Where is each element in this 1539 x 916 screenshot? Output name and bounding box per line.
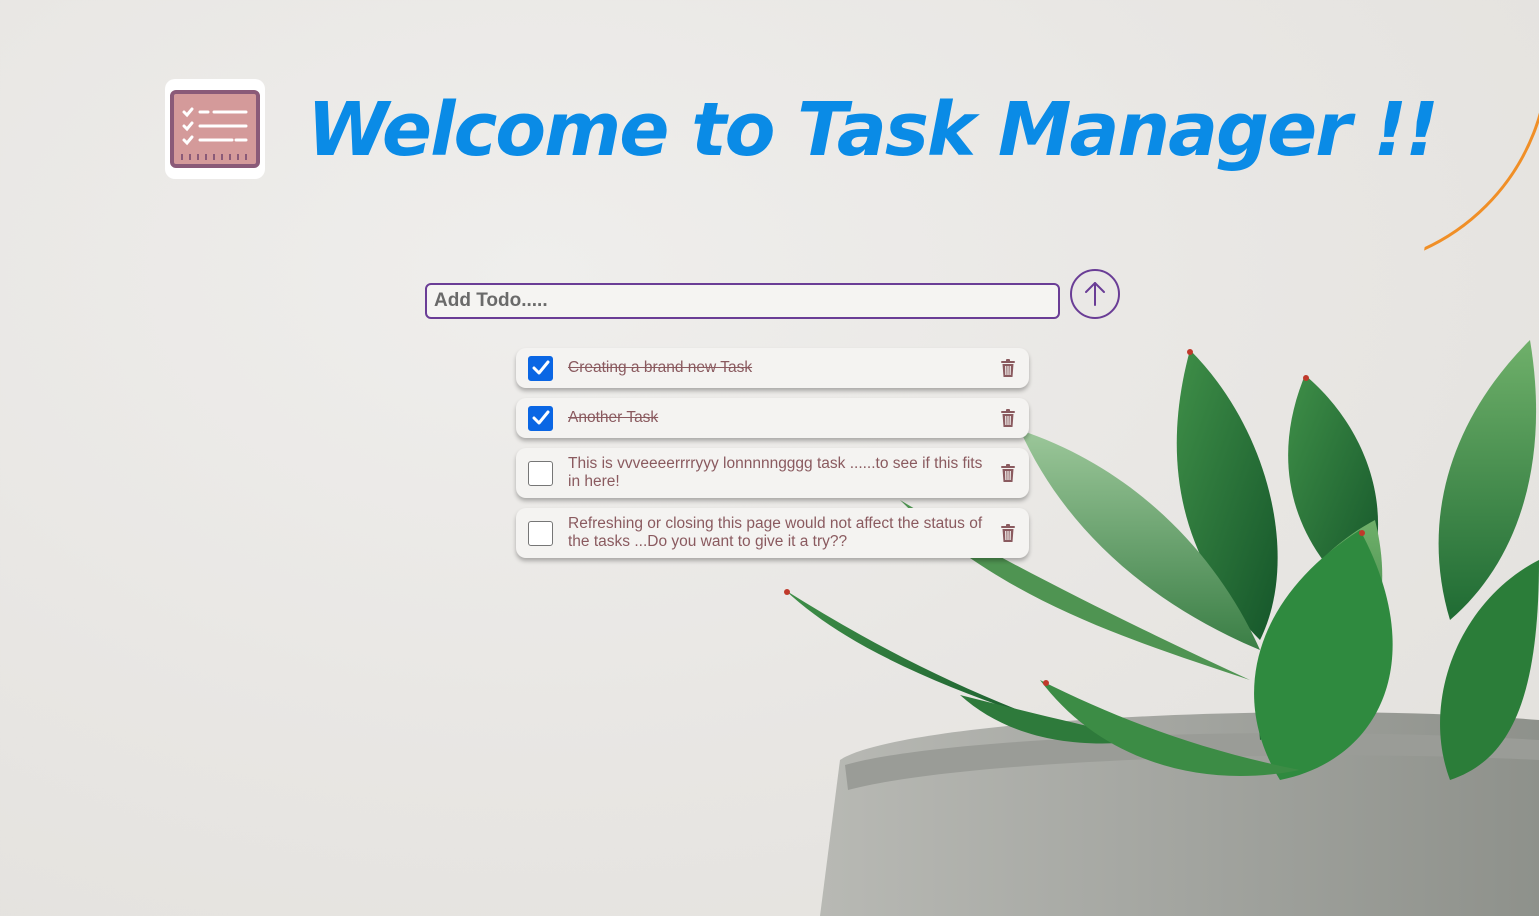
trash-icon[interactable] [999,358,1017,378]
todo-checkbox[interactable] [528,405,553,431]
todo-text: Another Task [568,409,659,426]
todo-item: Refreshing or closing this page would no… [516,508,1029,558]
add-todo-button[interactable] [1070,269,1120,319]
todo-checkbox[interactable] [528,355,553,381]
header: Welcome to Task Manager !! [165,79,1439,179]
trash-icon[interactable] [999,523,1017,543]
todo-item: Creating a brand new Task [516,348,1029,388]
todo-item: Another Task [516,398,1029,438]
task-list-icon [165,79,265,179]
trash-icon[interactable] [999,463,1017,483]
todo-list: Creating a brand new Task Another Task T… [516,348,1029,568]
todo-text: Refreshing or closing this page would no… [568,515,983,550]
page-title: Welcome to Task Manager !! [307,87,1439,173]
add-todo-input[interactable] [425,282,1060,319]
add-todo-form [425,269,1120,319]
arrow-up-icon [1085,282,1105,306]
todo-text: Creating a brand new Task [568,359,753,376]
checkmark-icon [532,410,549,425]
trash-icon[interactable] [999,408,1017,428]
todo-checkbox[interactable] [528,460,553,486]
checkmark-icon [532,360,549,375]
todo-text: This is vvveeeerrrryyy lonnnnngggg task … [568,455,983,490]
todo-checkbox[interactable] [528,520,553,546]
todo-item: This is vvveeeerrrryyy lonnnnngggg task … [516,448,1029,498]
